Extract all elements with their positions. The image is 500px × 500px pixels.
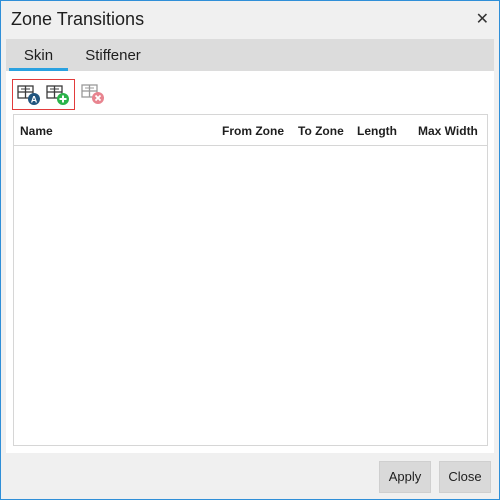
title-bar: Zone Transitions ✕ <box>1 1 499 39</box>
column-header-from-zone[interactable]: From Zone <box>222 124 284 138</box>
tab-skin-label: Skin <box>23 47 54 64</box>
close-icon[interactable]: ✕ <box>476 9 489 29</box>
tab-skin[interactable]: Skin <box>6 39 71 71</box>
column-header-max-width[interactable]: Max Width <box>418 124 478 138</box>
toolbar-highlight-box: A <box>12 79 75 110</box>
apply-button[interactable]: Apply <box>379 461 431 493</box>
add-zone-transition-a-button[interactable]: A <box>17 84 41 106</box>
zone-transitions-dialog: Zone Transitions ✕ Skin Stiffener A Name… <box>0 0 500 500</box>
close-button[interactable]: Close <box>439 461 491 493</box>
add-zone-transition-plus-icon <box>46 85 69 105</box>
skin-panel: A Name From Zone To Zone Length Max Widt… <box>6 71 494 453</box>
delete-zone-transition-icon <box>81 84 104 104</box>
dialog-title: Zone Transitions <box>11 9 145 29</box>
table-header: Name From Zone To Zone Length Max Width <box>14 115 487 146</box>
tab-strip: Skin Stiffener <box>6 39 494 71</box>
add-zone-transition-plus-button[interactable] <box>46 84 70 106</box>
add-zone-transition-a-icon: A <box>17 85 40 105</box>
delete-zone-transition-button[interactable] <box>81 83 105 105</box>
tab-stiffener-label: Stiffener <box>85 47 141 64</box>
tab-stiffener[interactable]: Stiffener <box>74 39 152 71</box>
dialog-footer: Apply Close <box>1 453 499 499</box>
column-header-to-zone[interactable]: To Zone <box>298 124 344 138</box>
zone-transitions-table: Name From Zone To Zone Length Max Width <box>13 114 488 446</box>
column-header-name[interactable]: Name <box>20 124 53 138</box>
column-header-length[interactable]: Length <box>357 124 397 138</box>
svg-text:A: A <box>31 95 38 105</box>
